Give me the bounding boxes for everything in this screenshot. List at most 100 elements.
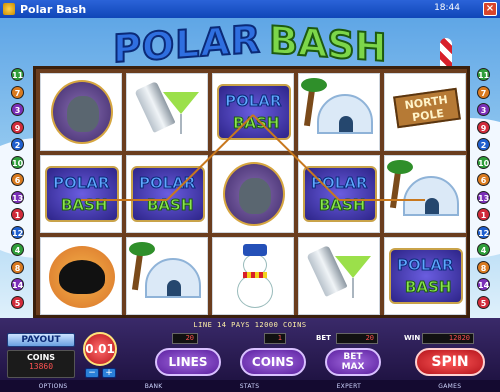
line-marker-right[interactable]: 9 [477, 120, 490, 134]
bet-max-line2: MAX [341, 362, 365, 372]
reel-cell: POLAR BASH [298, 155, 380, 233]
line-marker-left[interactable]: 14 [11, 278, 24, 291]
payout-button[interactable]: PAYOUT [7, 333, 75, 347]
coins-balance: COINS 13860 [7, 350, 75, 378]
coins-per-line-value: 1 [264, 333, 286, 344]
line-marker-left[interactable]: 6 [11, 173, 24, 186]
line-marker-right[interactable]: 12 [477, 225, 490, 239]
reel-cell: NORTH POLE [384, 73, 466, 151]
coin-size-increase-button[interactable]: + [102, 368, 116, 378]
lines-button[interactable]: LINES [155, 348, 221, 376]
bet-label: BET [316, 334, 331, 342]
martini-glass-icon [335, 256, 371, 278]
coins-button[interactable]: COINS [240, 348, 306, 376]
igloo-icon [317, 94, 373, 134]
palm-leaf [387, 160, 413, 174]
app-icon [3, 3, 15, 15]
snowman-scarf [243, 272, 267, 278]
reel-cell: POLAR BASH [40, 155, 122, 233]
martini-stem [180, 114, 182, 134]
line-marker-left[interactable]: 3 [11, 103, 24, 116]
win-value: 12020 [422, 333, 474, 344]
bet-max-line1: BET [343, 352, 363, 362]
reel-cell [212, 237, 294, 315]
payline-segment [339, 199, 425, 201]
payline-segment [81, 199, 167, 201]
line-marker-left[interactable]: 5 [11, 295, 24, 309]
menu-item-bank[interactable]: BANK [145, 383, 163, 390]
reel-cell: POLAR BASH [126, 155, 208, 233]
menu-item-stats[interactable]: STATS [240, 383, 260, 390]
bet-max-button[interactable]: BET MAX [325, 348, 381, 376]
coins-label: COINS [26, 353, 56, 362]
walrus-party-icon [51, 80, 113, 144]
polar-bash-logo-icon: POLAR BASH [389, 248, 463, 304]
reel-cell [298, 73, 380, 151]
reel-cell [384, 155, 466, 233]
coin-size-decrease-button[interactable]: − [85, 368, 99, 378]
walrus-party-icon [223, 162, 285, 226]
line-marker-left[interactable]: 1 [11, 208, 24, 221]
close-button[interactable]: × [483, 2, 497, 16]
martini-stem [352, 278, 354, 298]
line-marker-right[interactable]: 2 [477, 138, 490, 151]
line-marker-right[interactable]: 11 [477, 68, 490, 81]
reel-cell [126, 237, 208, 315]
line-marker-left[interactable]: 8 [11, 260, 24, 274]
igloo-icon [145, 258, 201, 298]
orca-icon [49, 246, 115, 308]
logo-symbol-top: POLAR [52, 174, 110, 193]
snowman-hat [243, 244, 267, 256]
line-marker-left[interactable]: 7 [11, 85, 24, 99]
menu-item-expert[interactable]: EXPERT [337, 383, 362, 390]
line-marker-left[interactable]: 11 [11, 68, 24, 81]
line-marker-right[interactable]: 4 [477, 243, 490, 256]
palm-leaf [301, 78, 327, 92]
control-panel: LINE 14 PAYS 12000 COINS PAYOUT COINS 13… [0, 318, 500, 392]
line-marker-right[interactable]: 13 [477, 190, 490, 204]
line-marker-left[interactable]: 10 [11, 155, 24, 169]
line-marker-left[interactable]: 9 [11, 120, 24, 134]
coins-value: 13860 [28, 362, 54, 371]
logo-symbol-top: POLAR [138, 174, 196, 193]
line-marker-right[interactable]: 3 [477, 103, 490, 116]
line-marker-left[interactable]: 2 [11, 138, 24, 151]
logo-word-bash: BASH [268, 17, 388, 71]
spin-button[interactable]: SPIN [415, 348, 485, 376]
title-bar: Polar Bash 18:44 × [0, 0, 500, 18]
polar-bash-logo-icon: POLAR BASH [45, 166, 119, 222]
reel-cell [298, 237, 380, 315]
north-pole-sign-icon: NORTH POLE [393, 87, 461, 129]
line-marker-right[interactable]: 10 [477, 155, 490, 169]
reel-cell: POLAR BASH [384, 237, 466, 315]
coin-size-display: 0.01 [83, 332, 117, 366]
line-marker-right[interactable]: 14 [477, 278, 490, 291]
line-marker-right[interactable]: 8 [477, 260, 490, 274]
window-title: Polar Bash [20, 2, 87, 16]
bet-value: 20 [336, 333, 378, 344]
menu-item-games[interactable]: GAMES [438, 383, 461, 390]
palm-leaf [129, 242, 155, 256]
game-logo: POLAR BASH [95, 16, 405, 72]
clock-readout: 18:44 [434, 3, 460, 13]
reels-area: POLAR BASH POLAR BASH POLAR BASH POLAR BASH NORT… [33, 66, 470, 318]
line-marker-left[interactable]: 4 [11, 243, 24, 256]
logo-symbol-bottom: BASH [404, 278, 452, 297]
line-marker-left[interactable]: 13 [11, 190, 24, 204]
line-marker-right[interactable]: 6 [477, 173, 490, 186]
reel-cell [40, 237, 122, 315]
logo-symbol-top: POLAR [224, 92, 282, 111]
line-marker-left[interactable]: 12 [11, 225, 24, 239]
menu-bar: OPTIONS BANK STATS EXPERT GAMES [0, 380, 500, 392]
reel-cell [212, 155, 294, 233]
payline-message: LINE 14 PAYS 12000 COINS [193, 321, 307, 329]
line-marker-right[interactable]: 7 [477, 85, 490, 99]
martini-glass-icon [163, 92, 199, 114]
menu-item-options[interactable]: OPTIONS [39, 383, 68, 390]
line-marker-right[interactable]: 5 [477, 295, 490, 309]
game-window: Polar Bash 18:44 × POLAR BASH POLAR BASH P… [0, 0, 500, 392]
line-marker-right[interactable]: 1 [477, 208, 490, 221]
reel-cell [40, 73, 122, 151]
lines-value: 20 [172, 333, 198, 344]
snowman-body [237, 274, 273, 308]
